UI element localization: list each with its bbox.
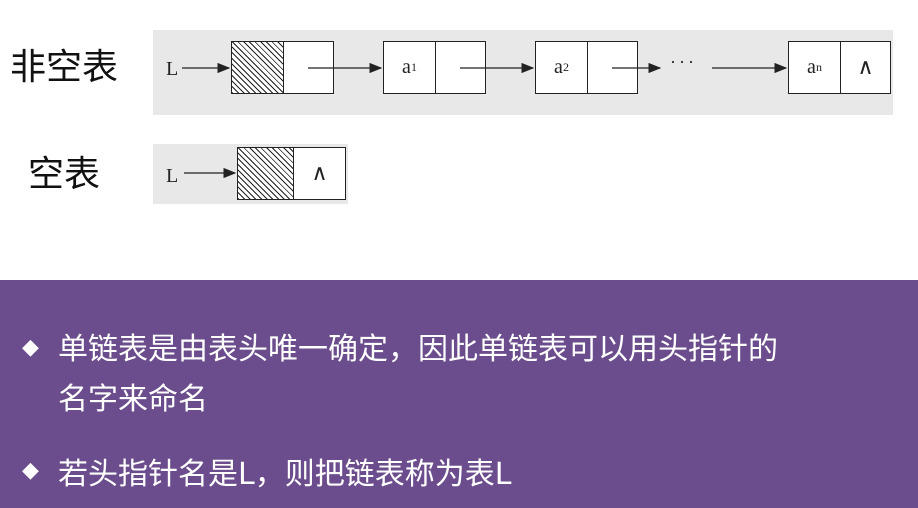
note-line-2: 若头指针名是L，则把链表称为表L [58, 457, 512, 492]
pointer-arrows [182, 62, 788, 179]
diamond-bullet-icon: ◆ [22, 458, 39, 483]
diamond-bullet-icon: ◆ [22, 335, 39, 360]
note-line-1: 单链表是由表头唯一确定，因此单链表可以用头指针的 名字来命名 [58, 325, 778, 425]
notes-panel: ◆ 单链表是由表头唯一确定，因此单链表可以用头指针的 名字来命名 ◆ 若头指针名… [0, 280, 918, 508]
note-line-1a: 单链表是由表头唯一确定，因此单链表可以用头指针的 [58, 332, 778, 367]
note-line-1b: 名字来命名 [58, 382, 208, 417]
